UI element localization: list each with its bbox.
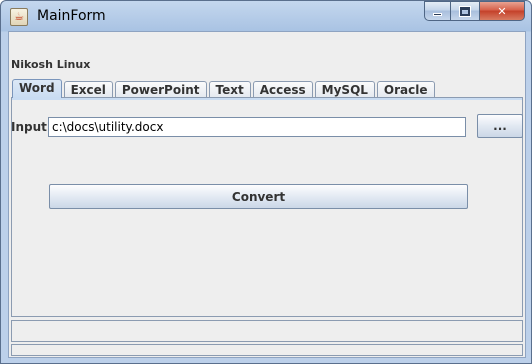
client-area: Nikosh Linux Word Excel PowerPoint Text … (8, 31, 526, 358)
java-cup-icon: ☕ (10, 8, 28, 26)
tab-excel[interactable]: Excel (63, 81, 113, 98)
minimize-button[interactable] (424, 1, 451, 21)
tab-text[interactable]: Text (208, 81, 251, 98)
tab-mysql[interactable]: MySQL (314, 81, 375, 98)
close-icon: ✕ (497, 4, 507, 18)
browse-button[interactable]: ... (477, 114, 523, 138)
maximize-button[interactable] (451, 1, 480, 21)
input-path-field[interactable] (48, 117, 466, 137)
main-window: ☕ MainForm ✕ Nikosh Linux Word Excel Pow… (0, 0, 532, 364)
tab-powerpoint[interactable]: PowerPoint (114, 81, 207, 98)
bottom-panel (11, 344, 523, 356)
caption-buttons: ✕ (424, 1, 525, 21)
tab-word[interactable]: Word (12, 79, 62, 98)
tab-access[interactable]: Access (252, 81, 313, 98)
input-label: Input (11, 120, 47, 134)
tab-strip: Word Excel PowerPoint Text Access MySQL … (12, 78, 437, 98)
status-panel (11, 320, 523, 342)
window-title: MainForm (37, 8, 106, 24)
minimize-icon (433, 12, 442, 16)
tab-panel-highlight (12, 98, 522, 100)
convert-button[interactable]: Convert (49, 184, 468, 209)
panel-title: Nikosh Linux (11, 58, 91, 71)
tab-oracle[interactable]: Oracle (376, 81, 435, 98)
maximize-icon (459, 5, 471, 17)
close-button[interactable]: ✕ (480, 1, 525, 21)
title-bar[interactable]: ☕ MainForm ✕ (1, 1, 531, 32)
